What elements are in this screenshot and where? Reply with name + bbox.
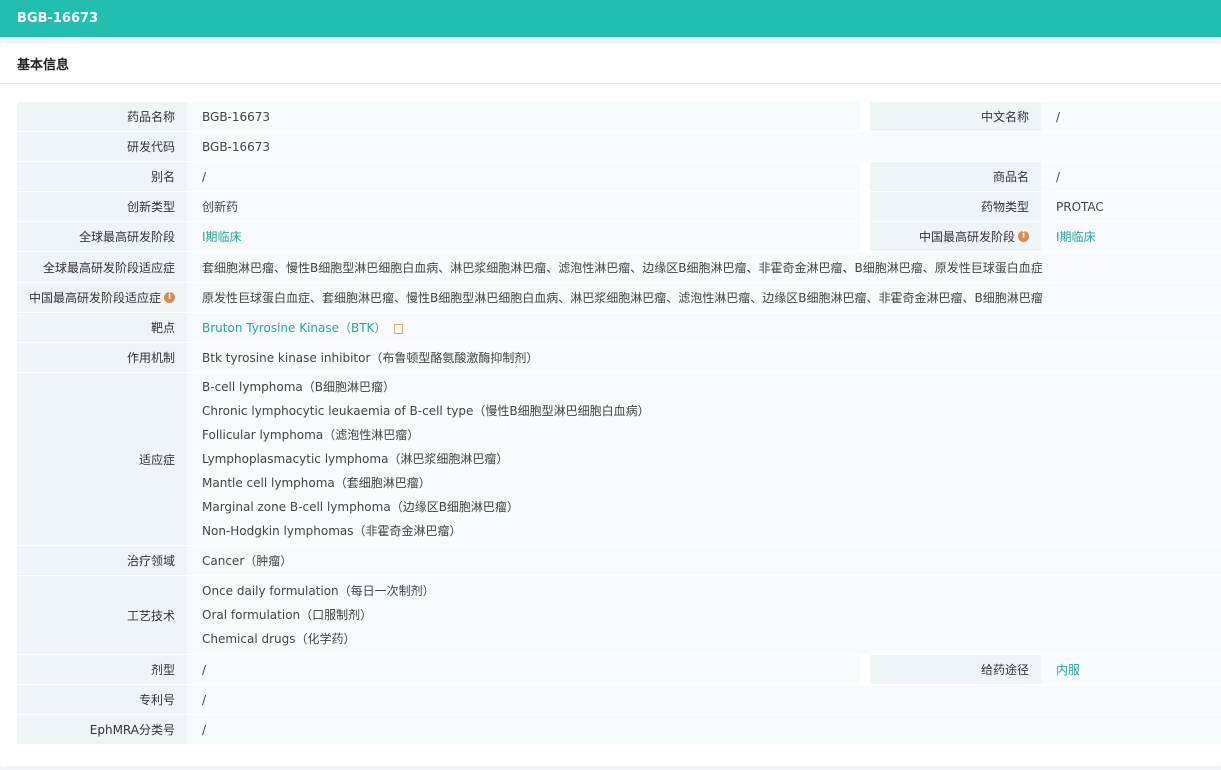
indication-item: Chronic lymphocytic leukaemia of B-cell … — [202, 404, 650, 418]
note-icon[interactable] — [394, 323, 404, 334]
value-patent: / — [187, 685, 1221, 714]
indication-item: Follicular lymphoma（滤泡性淋巴瘤） — [202, 428, 420, 442]
row-technology: 工艺技术 Once daily formulation（每日一次制剂） Oral… — [17, 576, 1221, 654]
label-technology: 工艺技术 — [17, 576, 187, 654]
china-phase-label-text: 中国最高研发阶段 — [918, 230, 1015, 244]
label-dev-code: 研发代码 — [17, 132, 187, 161]
page-header: BGB-16673 — [0, 0, 1221, 37]
value-target: Bruton Tyrosine Kinase（BTK） — [187, 313, 1221, 342]
label-target: 靶点 — [17, 313, 187, 342]
label-global-phase: 全球最高研发阶段 — [17, 222, 187, 251]
row-innovation: 创新类型 创新药 药物类型 PROTAC — [17, 192, 1221, 221]
label-therapeutic-area: 治疗领域 — [17, 546, 187, 575]
section-title: 基本信息 — [0, 43, 1221, 84]
label-innovation-type: 创新类型 — [17, 192, 187, 221]
indication-item: Non-Hodgkin lymphomas（非霍奇金淋巴瘤） — [202, 524, 462, 538]
value-global-indication: 套细胞淋巴瘤、慢性B细胞型淋巴细胞白血病、淋巴浆细胞淋巴瘤、滤泡性淋巴瘤、边缘区… — [187, 252, 1221, 282]
label-patent: 专利号 — [17, 685, 187, 714]
technology-item: Once daily formulation（每日一次制剂） — [202, 584, 435, 598]
label-drug-type: 药物类型 — [870, 192, 1041, 221]
global-phase-link[interactable]: Ⅰ期临床 — [187, 222, 860, 251]
value-mechanism: Btk tyrosine kinase inhibitor（布鲁顿型酪氨酸激酶抑… — [187, 343, 1221, 372]
value-alias: / — [187, 162, 860, 191]
drug-title: BGB-16673 — [17, 11, 99, 26]
value-dev-code: BGB-16673 — [187, 132, 1221, 161]
technology-item: Chemical drugs（化学药） — [202, 632, 356, 646]
indication-item: Mantle cell lymphoma（套细胞淋巴瘤） — [202, 476, 431, 490]
indication-item: Lymphoplasmacytic lymphoma（淋巴浆细胞淋巴瘤） — [202, 452, 509, 466]
row-dev-code: 研发代码 BGB-16673 — [17, 132, 1221, 161]
label-mechanism: 作用机制 — [17, 343, 187, 372]
route-link[interactable]: 内服 — [1041, 655, 1221, 684]
value-drug-name: BGB-16673 — [187, 102, 860, 131]
row-therapeutic-area: 治疗领域 Cancer（肿瘤） — [17, 546, 1221, 575]
row-mechanism: 作用机制 Btk tyrosine kinase inhibitor（布鲁顿型酪… — [17, 343, 1221, 372]
value-dosage-form: / — [187, 655, 860, 684]
value-technology: Once daily formulation（每日一次制剂） Oral form… — [187, 576, 1221, 654]
row-target: 靶点 Bruton Tyrosine Kinase（BTK） — [17, 313, 1221, 342]
info-icon[interactable]: i — [164, 292, 175, 303]
row-ephmra: EphMRA分类号 / — [17, 715, 1221, 744]
value-chinese-name: / — [1041, 102, 1221, 131]
label-route: 给药途径 — [870, 655, 1041, 684]
label-global-indication: 全球最高研发阶段适应症 — [17, 252, 187, 282]
label-drug-name: 药品名称 — [17, 102, 187, 131]
row-alias: 别名 / 商品名 / — [17, 162, 1221, 191]
row-dosage-form: 剂型 / 给药途径 内服 — [17, 655, 1221, 684]
label-china-indication: 中国最高研发阶段适应症 i — [17, 283, 187, 312]
technology-item: Oral formulation（口服制剂） — [202, 608, 373, 622]
china-phase-link[interactable]: Ⅰ期临床 — [1041, 222, 1221, 251]
indication-item: Marginal zone B-cell lymphoma（边缘区B细胞淋巴瘤） — [202, 500, 519, 514]
target-link[interactable]: Bruton Tyrosine Kinase（BTK） — [202, 319, 386, 336]
china-indication-label-text: 中国最高研发阶段适应症 — [28, 291, 161, 305]
row-china-indication: 中国最高研发阶段适应症 i 原发性巨球蛋白血症、套细胞淋巴瘤、慢性B细胞型淋巴细… — [17, 283, 1221, 312]
info-icon[interactable]: i — [1018, 231, 1029, 242]
value-drug-type: PROTAC — [1041, 192, 1221, 221]
row-global-indication: 全球最高研发阶段适应症 套细胞淋巴瘤、慢性B细胞型淋巴细胞白血病、淋巴浆细胞淋巴… — [17, 252, 1221, 282]
label-chinese-name: 中文名称 — [870, 102, 1041, 131]
value-indications: B-cell lymphoma（B细胞淋巴瘤） Chronic lymphocy… — [187, 373, 1221, 545]
indication-item: B-cell lymphoma（B细胞淋巴瘤） — [202, 380, 395, 394]
value-ephmra: / — [187, 715, 1221, 744]
row-patent: 专利号 / — [17, 685, 1221, 714]
basic-info-card: 基本信息 药品名称 BGB-16673 中文名称 / 研发代码 BGB-1667… — [0, 43, 1221, 766]
value-therapeutic-area: Cancer（肿瘤） — [187, 546, 1221, 575]
label-alias: 别名 — [17, 162, 187, 191]
label-indications: 适应症 — [17, 373, 187, 545]
value-trade-name: / — [1041, 162, 1221, 191]
row-phase: 全球最高研发阶段 Ⅰ期临床 中国最高研发阶段 i Ⅰ期临床 — [17, 222, 1221, 251]
label-dosage-form: 剂型 — [17, 655, 187, 684]
row-drug-name: 药品名称 BGB-16673 中文名称 / — [17, 102, 1221, 131]
value-china-indication: 原发性巨球蛋白血症、套细胞淋巴瘤、慢性B细胞型淋巴细胞白血病、淋巴浆细胞淋巴瘤、… — [187, 283, 1221, 312]
value-innovation-type: 创新药 — [187, 192, 860, 221]
row-indications: 适应症 B-cell lymphoma（B细胞淋巴瘤） Chronic lymp… — [17, 373, 1221, 545]
info-grid: 药品名称 BGB-16673 中文名称 / 研发代码 BGB-16673 别名 … — [17, 102, 1221, 745]
label-trade-name: 商品名 — [870, 162, 1041, 191]
label-ephmra: EphMRA分类号 — [17, 715, 187, 744]
label-china-phase: 中国最高研发阶段 i — [870, 222, 1041, 251]
